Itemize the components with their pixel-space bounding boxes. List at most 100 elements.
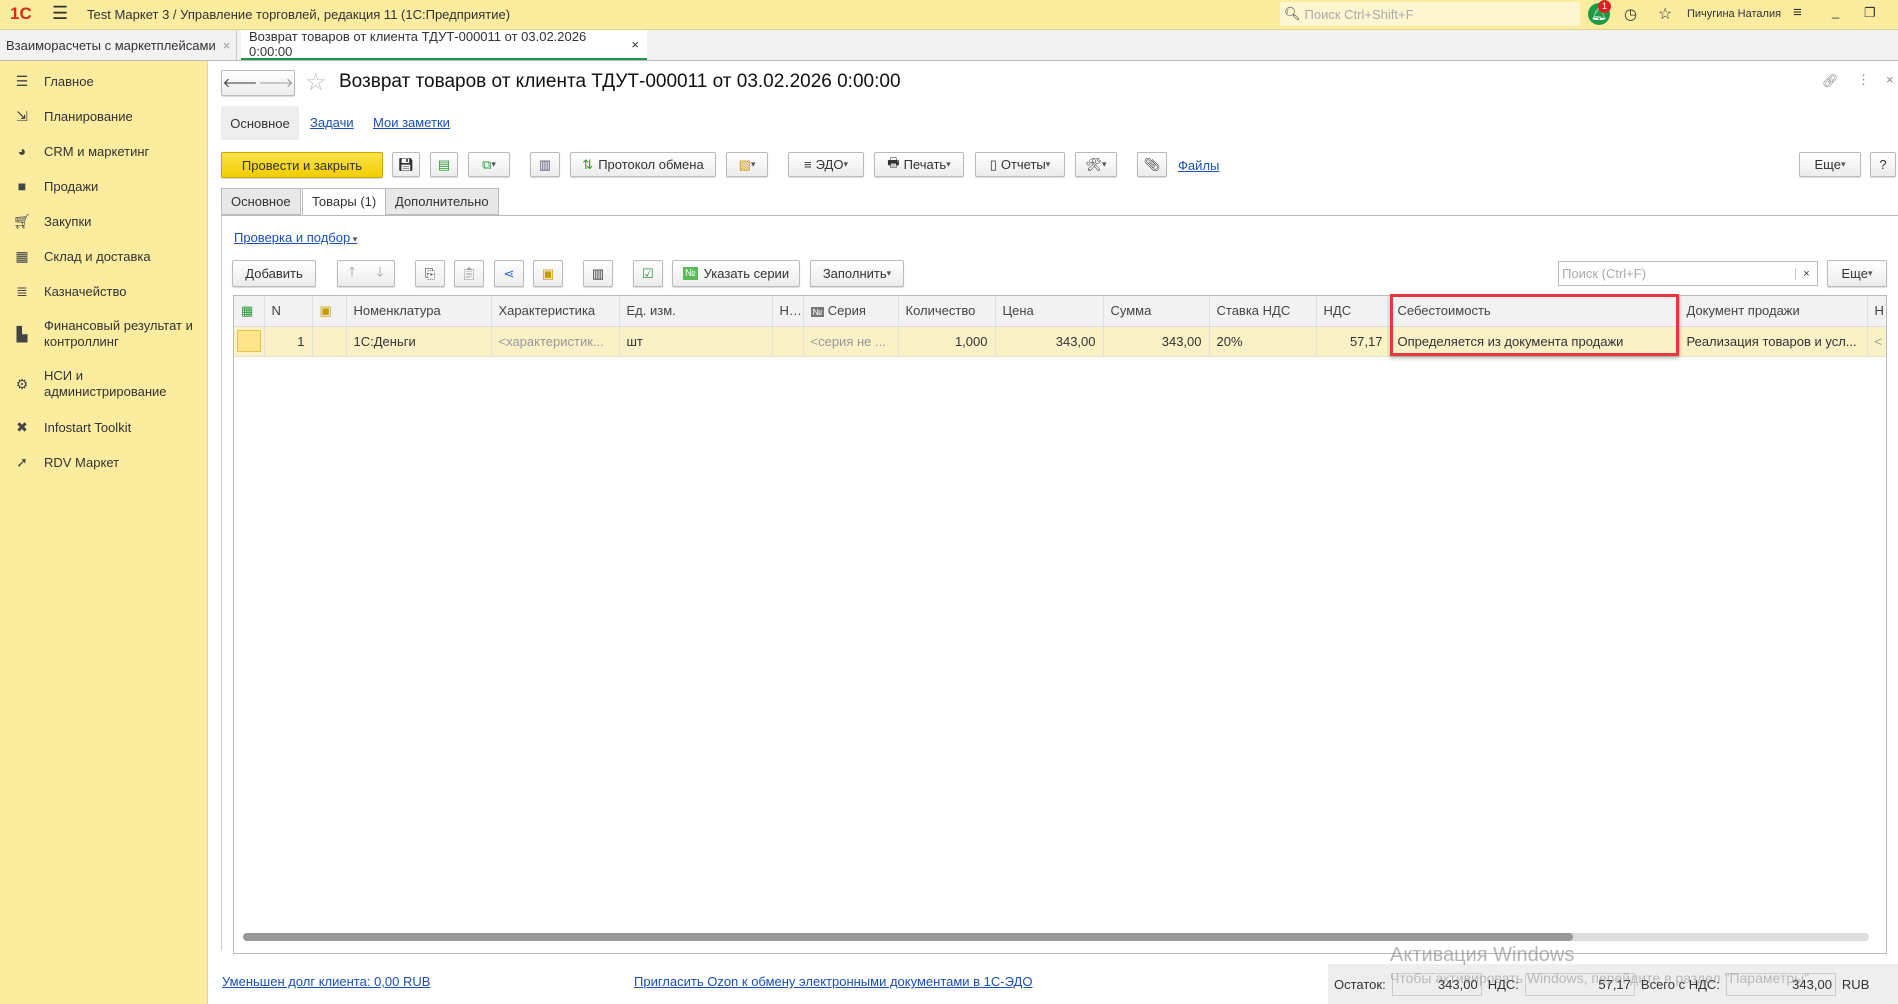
- link-icon[interactable]: 🔗︎: [1822, 73, 1839, 89]
- client-debt-link[interactable]: Уменьшен долг клиента: 0,00 RUB: [222, 974, 430, 989]
- attachments-dropdown-button[interactable]: ▧: [726, 152, 768, 177]
- sidebar-item-planning[interactable]: ⇲ Планирование: [0, 104, 208, 128]
- sidebar-item-sales[interactable]: ■ Продажи: [0, 174, 208, 198]
- horizontal-scrollbar[interactable]: [243, 933, 1869, 941]
- list-icon: ☰: [15, 72, 29, 89]
- cell-vat-rate[interactable]: 20%: [1209, 326, 1317, 357]
- cell-sum[interactable]: 343,00: [1103, 326, 1210, 357]
- column-header-sum[interactable]: Сумма: [1103, 296, 1210, 327]
- row-selector[interactable]: [237, 330, 261, 352]
- column-header-extra[interactable]: Н: [1867, 296, 1886, 327]
- add-button[interactable]: Добавить: [232, 260, 316, 287]
- copy-rows-button[interactable]: ▣: [533, 260, 563, 287]
- table-search-input[interactable]: Поиск (Ctrl+F) ×: [1558, 261, 1818, 286]
- help-button[interactable]: ?: [1870, 152, 1896, 177]
- column-header-series[interactable]: № Серия: [803, 296, 899, 327]
- close-icon[interactable]: ×: [631, 37, 639, 52]
- column-header-n[interactable]: N: [264, 296, 313, 327]
- move-up-icon[interactable]: 🡑: [349, 263, 356, 285]
- save-button[interactable]: 💾︎: [392, 152, 420, 177]
- post-button[interactable]: ▤: [430, 152, 458, 177]
- files-link[interactable]: Файлы: [1178, 158, 1219, 173]
- tab-main[interactable]: Основное: [221, 188, 301, 215]
- check-and-pick-link[interactable]: Проверка и подбор: [234, 230, 357, 245]
- sidebar-item-purchases[interactable]: 🛒︎ Закупки: [0, 209, 208, 233]
- sidebar-item-warehouse[interactable]: ▦ Склад и доставка: [0, 244, 208, 268]
- cell-unit[interactable]: шт: [619, 326, 773, 357]
- structure-button[interactable]: ▥: [530, 152, 560, 177]
- sidebar-item-crm[interactable]: ◕ CRM и маркетинг: [0, 139, 208, 163]
- sidebar-item-rdv[interactable]: ➚ RDV Маркет: [0, 450, 208, 474]
- column-header-quantity[interactable]: Количество: [898, 296, 996, 327]
- favorite-star-icon[interactable]: ☆: [305, 68, 327, 97]
- nav-notes[interactable]: Мои заметки: [373, 115, 450, 130]
- cell-sale-document[interactable]: Реализация товаров и усл...: [1679, 326, 1868, 357]
- back-arrow-icon[interactable]: 🡐: [223, 75, 258, 91]
- check-button[interactable]: ☑: [633, 260, 663, 287]
- column-header-vat[interactable]: НДС: [1316, 296, 1391, 327]
- column-header-h[interactable]: Н..: [772, 296, 804, 327]
- column-header-price[interactable]: Цена: [995, 296, 1104, 327]
- edo-button[interactable]: ≡ ЭДО: [788, 152, 864, 177]
- nav-main[interactable]: Основное: [221, 106, 299, 140]
- barcode-search-button[interactable]: ▥: [583, 260, 613, 287]
- fill-button[interactable]: Заполнить: [810, 260, 904, 287]
- cell-extra[interactable]: <: [1867, 326, 1886, 357]
- sidebar-item-finance[interactable]: ▙ Финансовый результат и контроллинг: [0, 314, 208, 354]
- specify-series-button[interactable]: № Указать серии: [672, 260, 800, 287]
- split-button[interactable]: ⋖: [494, 260, 524, 287]
- column-header-doc[interactable]: ▣: [312, 296, 347, 327]
- tab-return-document[interactable]: Возврат товаров от клиента ТДУТ-000011 о…: [241, 29, 647, 60]
- cell-h[interactable]: [772, 326, 804, 357]
- more-button[interactable]: Еще: [1799, 152, 1861, 177]
- column-header-characteristic[interactable]: Характеристика: [491, 296, 620, 327]
- cell-series[interactable]: <серия не ...: [803, 326, 899, 357]
- paste-button[interactable]: 📋︎: [454, 260, 484, 287]
- invite-ozon-edo-link[interactable]: Пригласить Ozon к обмену электронными до…: [634, 974, 1032, 989]
- cell-price[interactable]: 343,00: [995, 326, 1104, 357]
- column-header-unit[interactable]: Ед. изм.: [619, 296, 773, 327]
- settings-menu-icon[interactable]: ≡: [1793, 4, 1802, 21]
- clear-icon[interactable]: ×: [1795, 267, 1817, 280]
- menu-icon[interactable]: ☰: [52, 3, 68, 24]
- tools-button[interactable]: 🛠︎: [1075, 152, 1117, 177]
- cell-characteristic[interactable]: <характеристик...: [491, 326, 620, 357]
- more-vertical-icon[interactable]: ⋮: [1857, 72, 1870, 88]
- sidebar-item-infostart[interactable]: ✖ Infostart Toolkit: [0, 415, 208, 439]
- nav-tasks[interactable]: Задачи: [310, 115, 354, 130]
- exchange-protocol-button[interactable]: ⇅ Протокол обмена: [570, 152, 716, 177]
- cell-vat[interactable]: 57,17: [1316, 326, 1391, 357]
- create-based-on-button[interactable]: ⧉: [468, 152, 510, 177]
- close-icon[interactable]: ×: [223, 38, 231, 53]
- favorites-star-icon[interactable]: ☆: [1658, 4, 1672, 24]
- sidebar-item-treasury[interactable]: ≣ Казначейство: [0, 279, 208, 303]
- tab-marketplace-settlements[interactable]: Взаиморасчеты с маркетплейсами ×: [0, 30, 238, 60]
- tab-label: Возврат товаров от клиента ТДУТ-000011 о…: [249, 29, 587, 59]
- history-icon[interactable]: ◷: [1624, 5, 1637, 23]
- minimize-icon[interactable]: _: [1832, 4, 1839, 19]
- copy-button[interactable]: ⎘: [415, 260, 445, 287]
- reports-button[interactable]: ▯ Отчеты: [975, 152, 1065, 177]
- grid-icon: ▦: [15, 247, 29, 264]
- restore-icon[interactable]: ❐: [1864, 5, 1876, 21]
- tab-additional[interactable]: Дополнительно: [385, 188, 499, 215]
- user-name[interactable]: Пичугина Наталия: [1687, 8, 1781, 20]
- post-and-close-button[interactable]: Провести и закрыть: [221, 152, 383, 178]
- close-icon[interactable]: ×: [1886, 72, 1894, 87]
- scrollbar-thumb[interactable]: [243, 933, 1573, 941]
- table-more-button[interactable]: Еще: [1827, 260, 1887, 287]
- column-header-sale-document[interactable]: Документ продажи: [1679, 296, 1868, 327]
- forward-arrow-icon[interactable]: 🡒: [259, 75, 294, 91]
- column-header-item[interactable]: Номенклатура: [346, 296, 492, 327]
- sidebar-item-admin[interactable]: ⚙ НСИ и администрирование: [0, 364, 208, 404]
- cell-quantity[interactable]: 1,000: [898, 326, 996, 357]
- attach-button[interactable]: 📎︎: [1137, 152, 1167, 177]
- cell-item[interactable]: 1С:Деньги: [346, 326, 492, 357]
- sidebar-item-main[interactable]: ☰ Главное: [0, 69, 208, 93]
- tab-goods[interactable]: Товары (1): [302, 188, 387, 215]
- print-button[interactable]: 🖶︎ Печать: [874, 152, 964, 177]
- move-down-icon[interactable]: 🡓: [377, 263, 384, 285]
- column-header-vat-rate[interactable]: Ставка НДС: [1209, 296, 1317, 327]
- global-search[interactable]: 🔍︎ Поиск Ctrl+Shift+F: [1280, 2, 1580, 26]
- column-header-checkbox[interactable]: ▦: [234, 296, 265, 327]
